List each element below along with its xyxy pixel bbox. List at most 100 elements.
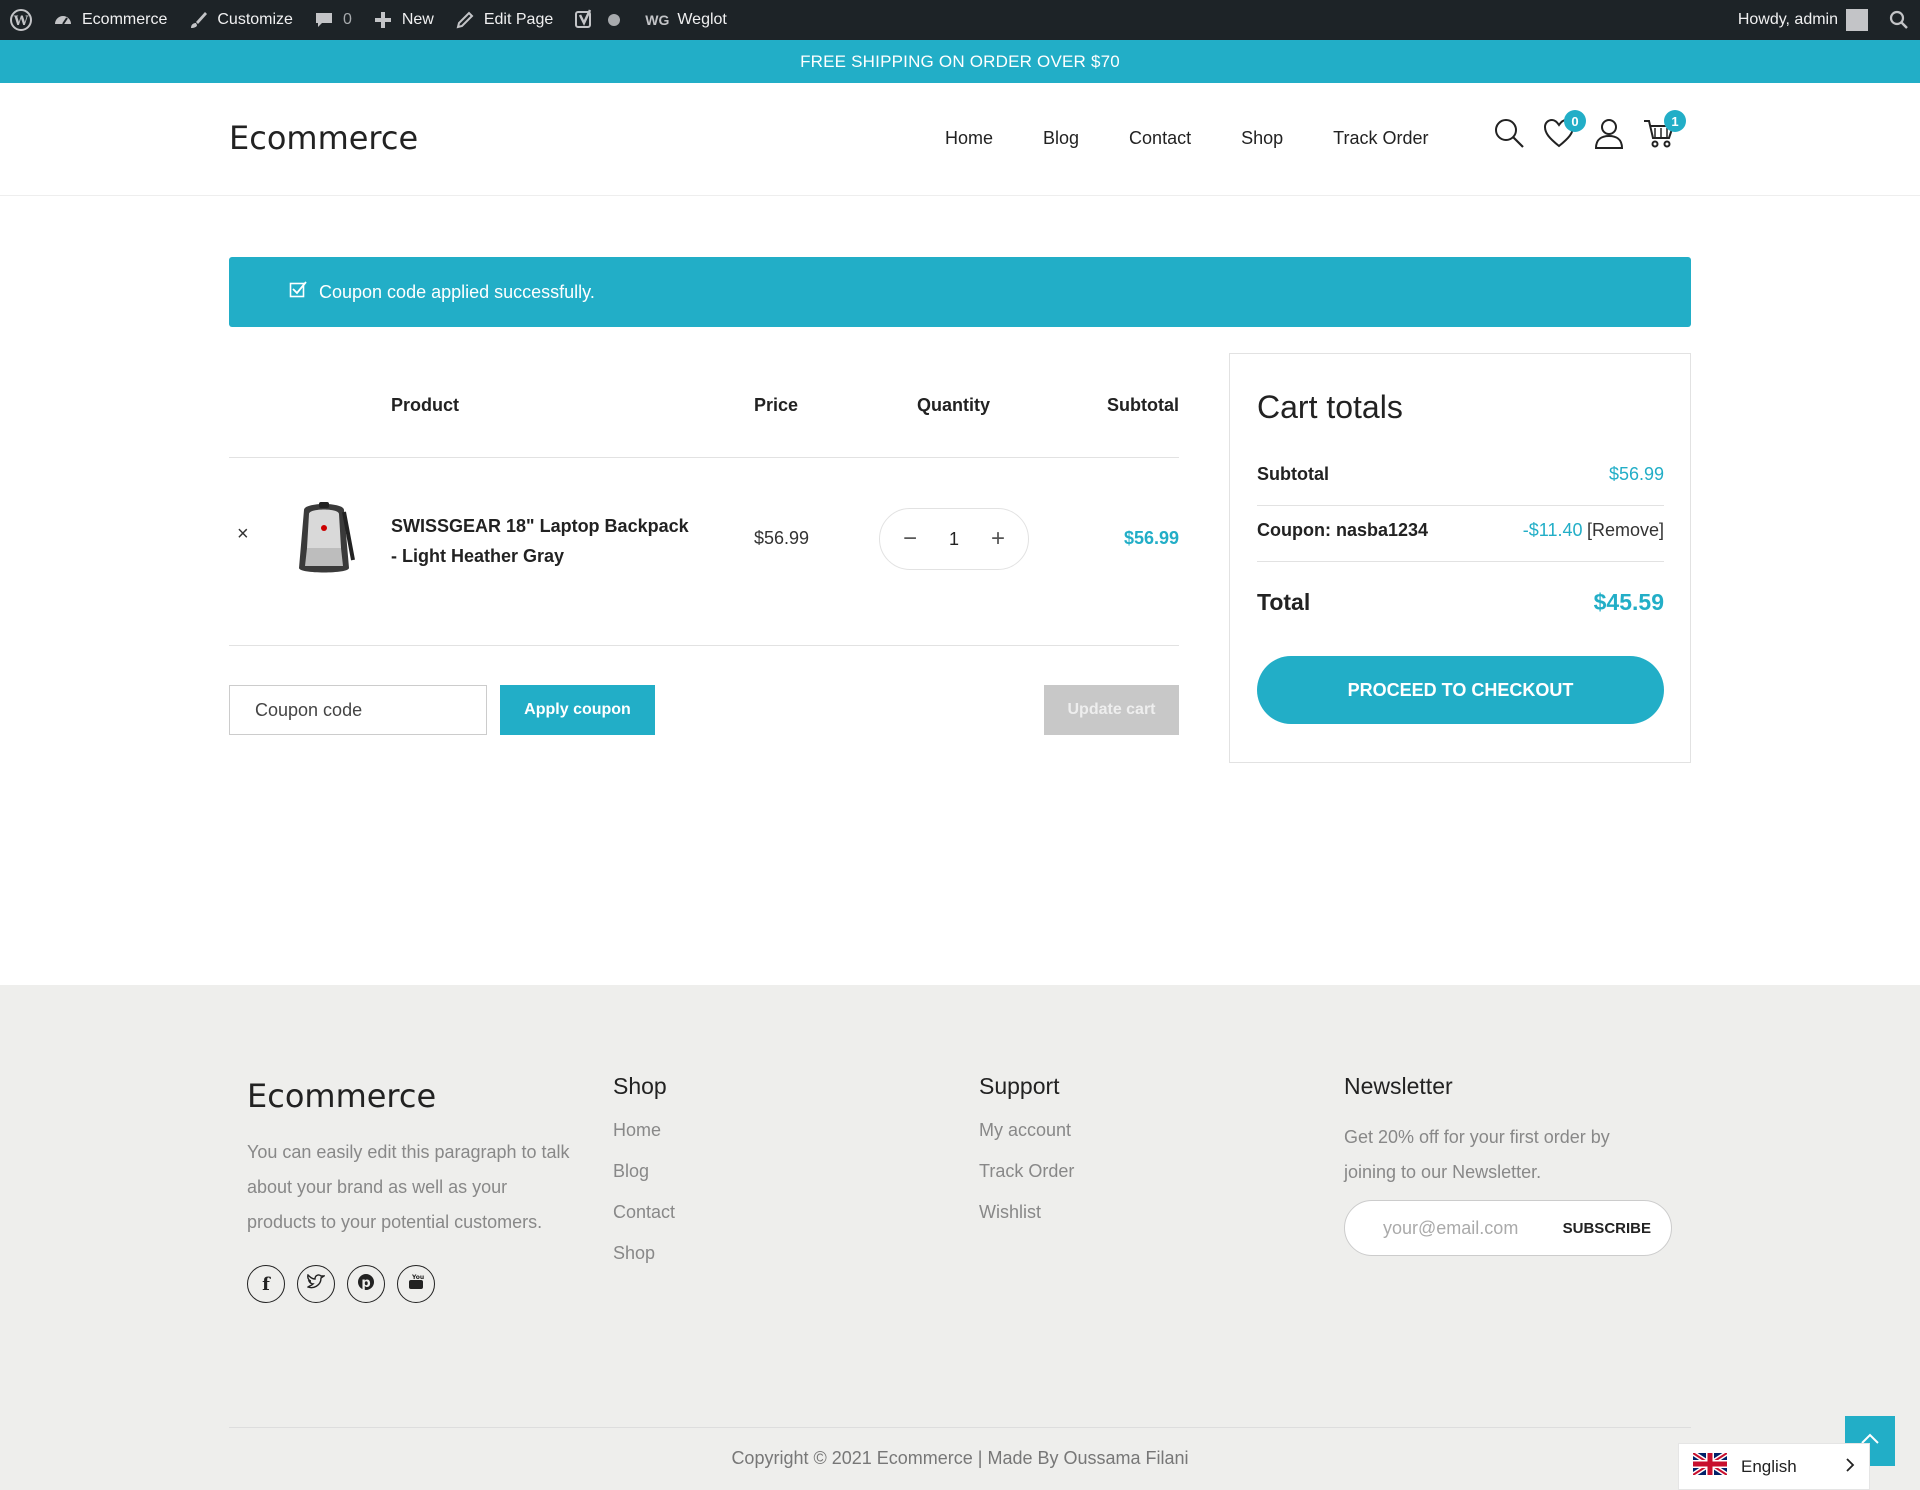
site-name-label: Ecommerce: [82, 11, 168, 28]
footer-link-wishlist[interactable]: Wishlist: [979, 1202, 1074, 1223]
apply-coupon-button[interactable]: Apply coupon: [500, 685, 655, 735]
customize-button[interactable]: Customize: [177, 0, 303, 40]
svg-text:You: You: [411, 1274, 424, 1281]
pinterest-icon: p: [357, 1273, 375, 1295]
decrease-quantity-button[interactable]: −: [898, 525, 922, 553]
footer-link-contact[interactable]: Contact: [613, 1202, 675, 1223]
footer-logo[interactable]: Ecommerce: [247, 1077, 577, 1115]
youtube-icon: You: [407, 1273, 425, 1295]
site-footer: Ecommerce You can easily edit this parag…: [0, 985, 1920, 1490]
plus-icon: [372, 9, 394, 31]
account-button[interactable]: [1592, 118, 1626, 152]
remove-coupon-link[interactable]: [Remove]: [1587, 520, 1664, 540]
brush-icon: [187, 9, 209, 31]
update-cart-button[interactable]: Update cart: [1044, 685, 1179, 735]
weglot-label: Weglot: [677, 11, 727, 28]
facebook-icon: f: [262, 1273, 270, 1295]
total-value: $45.59: [1593, 589, 1664, 615]
coupon-code-input[interactable]: Coupon code: [229, 685, 487, 735]
weglot-button[interactable]: WG Weglot: [635, 0, 737, 40]
yoast-button[interactable]: [563, 0, 635, 40]
nav-item-contact[interactable]: Contact: [1129, 128, 1191, 149]
edit-page-button[interactable]: Edit Page: [444, 0, 563, 40]
divider: [229, 645, 1179, 646]
dashboard-icon: [52, 9, 74, 31]
proceed-to-checkout-button[interactable]: PROCEED TO CHECKOUT: [1257, 656, 1664, 724]
new-content-button[interactable]: New: [362, 0, 444, 40]
promo-text: FREE SHIPPING ON ORDER OVER $70: [800, 51, 1120, 71]
comments-count: 0: [342, 11, 352, 28]
subtotal-label: Subtotal: [1257, 464, 1329, 484]
wordpress-icon: W: [10, 9, 32, 31]
header-search-button[interactable]: [1492, 118, 1526, 152]
comments-button[interactable]: 0: [303, 0, 362, 40]
search-icon: [1493, 117, 1525, 154]
howdy-label: Howdy, admin: [1737, 11, 1838, 28]
cart-button[interactable]: 1: [1642, 110, 1686, 152]
user-icon: [1593, 117, 1625, 154]
chevron-right-icon: [1845, 1457, 1855, 1477]
wordpress-logo-button[interactable]: W: [0, 0, 42, 40]
copyright-text: Copyright © 2021 Ecommerce | Made By Ous…: [731, 1448, 1189, 1468]
cart-count-badge: 1: [1664, 110, 1686, 132]
admin-search-button[interactable]: [1878, 0, 1920, 40]
footer-link-home[interactable]: Home: [613, 1120, 675, 1141]
site-name-button[interactable]: Ecommerce: [42, 0, 177, 40]
newsletter-text: Get 20% off for your first order by join…: [1344, 1127, 1610, 1182]
nav-item-shop[interactable]: Shop: [1241, 128, 1283, 149]
footer-support-column: Support My account Track Order Wishlist: [979, 1073, 1074, 1223]
header-icons: 0 1: [1492, 110, 1686, 152]
uk-flag-icon: [1691, 1450, 1729, 1480]
backpack-image: [299, 502, 355, 573]
divider: [1257, 561, 1664, 562]
svg-text:p: p: [361, 1276, 370, 1291]
my-account-button[interactable]: Howdy, admin: [1728, 0, 1878, 40]
coupon-row: Coupon: nasba1234 -$11.40 [Remove]: [1257, 520, 1664, 541]
twitter-button[interactable]: [297, 1265, 335, 1303]
youtube-button[interactable]: You: [397, 1265, 435, 1303]
product-thumbnail[interactable]: [289, 498, 359, 578]
wishlist-button[interactable]: 0: [1542, 110, 1586, 152]
wp-admin-bar: W Ecommerce Customize 0 New Edit Page WG…: [0, 0, 1920, 40]
nav-item-blog[interactable]: Blog: [1043, 128, 1079, 149]
social-links: f p You: [247, 1265, 577, 1303]
header-price: Price: [754, 395, 799, 415]
quantity-input[interactable]: 1: [949, 529, 959, 550]
subscribe-button[interactable]: SUBSCRIBE: [1563, 1220, 1671, 1237]
footer-link-blog[interactable]: Blog: [613, 1161, 675, 1182]
subtotal-value: $56.99: [1608, 464, 1664, 484]
footer-link-shop[interactable]: Shop: [613, 1243, 675, 1264]
pencil-icon: [454, 9, 476, 31]
footer-link-my-account[interactable]: My account: [979, 1120, 1074, 1141]
yoast-icon: [573, 9, 595, 31]
nav-item-track-order[interactable]: Track Order: [1333, 128, 1428, 149]
comment-icon: [313, 9, 335, 31]
site-logo[interactable]: Ecommerce: [229, 119, 418, 157]
footer-newsletter-title: Newsletter: [1344, 1073, 1453, 1099]
checkbox-check-icon: [289, 280, 307, 304]
newsletter-email-input[interactable]: your@email.com: [1383, 1218, 1563, 1239]
notice-text: Coupon code applied successfully.: [319, 281, 595, 302]
coupon-amount: -$11.40 [Remove]: [1523, 520, 1664, 541]
nav-item-home[interactable]: Home: [945, 128, 993, 149]
coupon-label: Coupon: nasba1234: [1257, 520, 1429, 540]
svg-text:W: W: [13, 14, 29, 29]
facebook-button[interactable]: f: [247, 1265, 285, 1303]
increase-quantity-button[interactable]: +: [986, 525, 1010, 553]
status-dot-icon: [603, 9, 625, 31]
language-switcher[interactable]: English: [1678, 1443, 1870, 1490]
product-price: $56.99: [754, 528, 810, 548]
footer-shop-column: Shop Home Blog Contact Shop: [613, 1073, 675, 1264]
header-subtotal: Subtotal: [1107, 395, 1179, 415]
pinterest-button[interactable]: p: [347, 1265, 385, 1303]
footer-link-track-order[interactable]: Track Order: [979, 1161, 1074, 1182]
product-name-link[interactable]: SWISSGEAR 18" Laptop Backpack - Light He…: [391, 511, 691, 571]
promo-bar: FREE SHIPPING ON ORDER OVER $70: [0, 40, 1920, 83]
header-product: Product: [391, 395, 460, 415]
remove-item-button[interactable]: ×: [237, 523, 249, 546]
product-subtotal: $56.99: [1123, 528, 1179, 548]
main-nav: Home Blog Contact Shop Track Order: [945, 128, 1428, 149]
site-header: Ecommerce Home Blog Contact Shop Track O…: [0, 83, 1920, 196]
wishlist-count-badge: 0: [1564, 110, 1586, 132]
cart-totals-panel: Cart totals Subtotal $56.99 Coupon: nasb…: [1229, 353, 1691, 763]
